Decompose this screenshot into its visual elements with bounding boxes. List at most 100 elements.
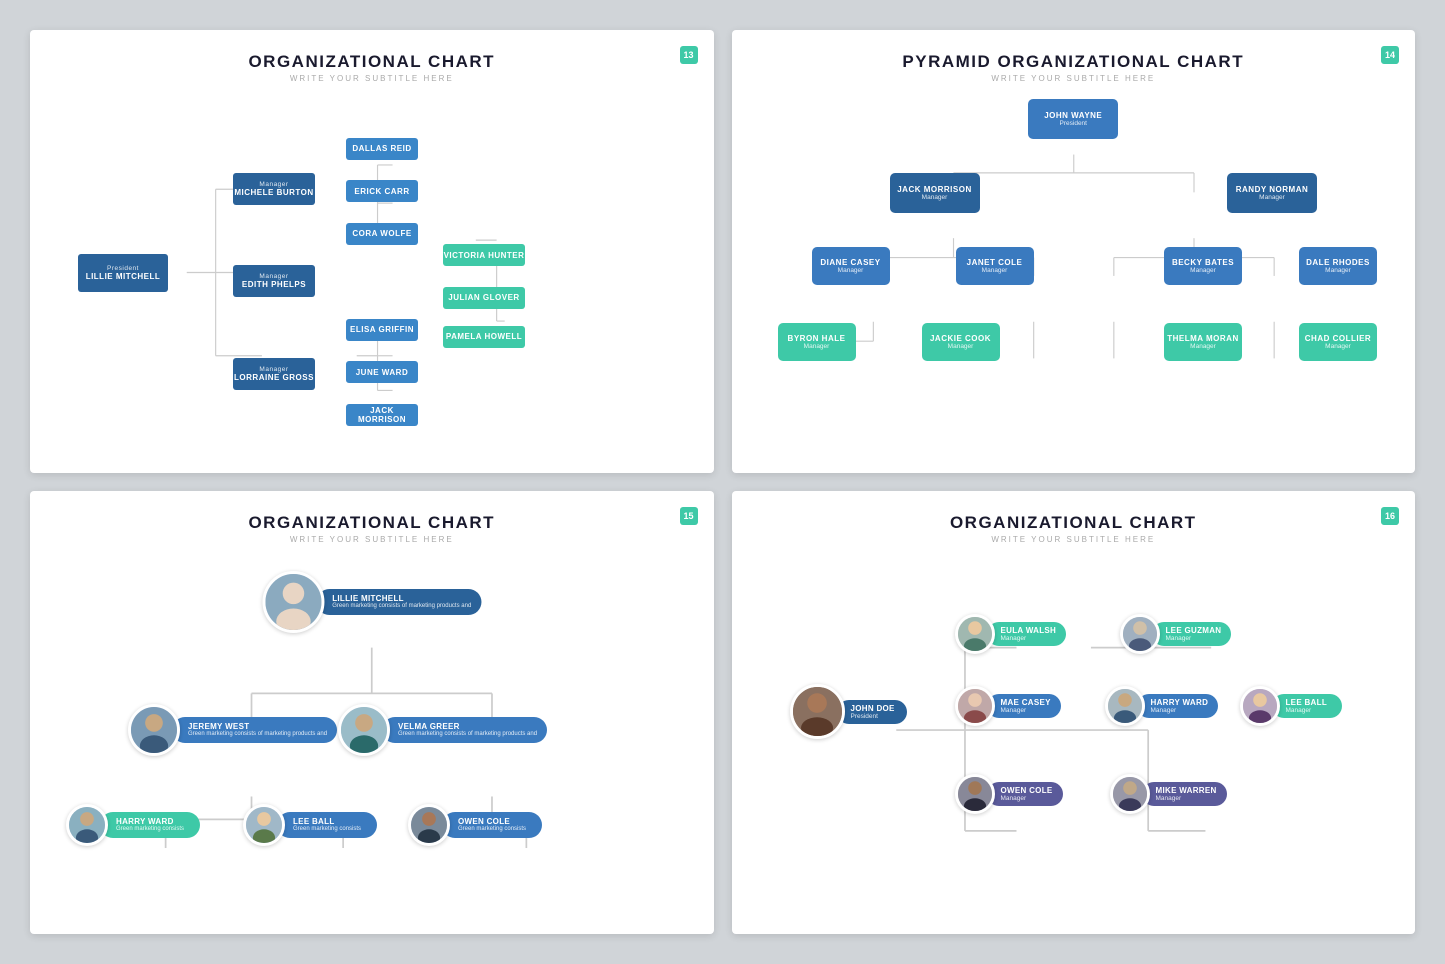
lorraine-role: Manager	[259, 366, 288, 373]
dale-role: Manager	[1325, 267, 1351, 274]
lillie-name: LILLIE MITCHELL	[86, 272, 161, 281]
leeb4-photo	[1240, 686, 1280, 726]
leeb4-role: Manager	[1286, 707, 1332, 714]
mae-role: Manager	[1001, 707, 1051, 714]
janet-node: JANET COLE Manager	[956, 247, 1034, 285]
velma-photo	[338, 704, 390, 756]
harry3-node: HARRY WARD Green marketing consists	[66, 804, 200, 846]
velma-name: VELMA GREER	[398, 722, 537, 731]
john4-node: JOHN DOE President	[790, 684, 907, 739]
erick-node: ERICK CARR	[346, 180, 418, 202]
harry4-role: Manager	[1151, 707, 1209, 714]
lillie3-node: LILLIE MITCHELL Green marketing consists…	[262, 571, 481, 633]
leeb4-name: LEE BALL	[1286, 698, 1332, 707]
owen4-photo	[955, 774, 995, 814]
randy-role: Manager	[1259, 194, 1285, 201]
michele-role: Manager	[259, 181, 288, 188]
john-role: President	[1060, 120, 1087, 127]
slide-2-subtitle: WRITE YOUR SUBTITLE HERE	[750, 74, 1398, 83]
lee4-node: LEE GUZMAN Manager	[1120, 614, 1232, 654]
jeremy-node: JEREMY WEST Green marketing consists of …	[128, 704, 337, 756]
eula-text: EULA WALSH Manager	[987, 622, 1067, 646]
becky-role: Manager	[1190, 267, 1216, 274]
harry3-name: HARRY WARD	[116, 817, 190, 826]
owen3-name: OWEN COLE	[458, 817, 532, 826]
chad-name: CHAD COLLIER	[1305, 334, 1371, 343]
lillie3-desc: Green marketing consists of marketing pr…	[332, 603, 471, 611]
victoria-node: VICTORIA HUNTER	[443, 244, 525, 266]
byron-node: BYRON HALE Manager	[778, 323, 856, 361]
john-name: JOHN WAYNE	[1044, 111, 1102, 120]
lee3-node: LEE BALL Green marketing consists	[243, 804, 377, 846]
harry3-desc: Green marketing consists	[116, 826, 190, 834]
lee3-photo	[243, 804, 285, 846]
slide-2: 14 PYRAMID ORGANIZATIONAL CHART WRITE YO…	[732, 30, 1416, 473]
org-chart-1: President LILLIE MITCHELL Manager MICHEL…	[48, 95, 696, 450]
chad-node: CHAD COLLIER Manager	[1299, 323, 1377, 361]
edith-name: EDITH PHELPS	[242, 280, 306, 289]
velma-text: VELMA GREER Green marketing consists of …	[382, 717, 547, 744]
lee3-desc: Green marketing consists	[293, 826, 367, 834]
slide-4-subtitle: WRITE YOUR SUBTITLE HERE	[750, 535, 1398, 544]
edith-node: Manager EDITH PHELPS	[233, 265, 315, 297]
slide-1: 13 ORGANIZATIONAL CHART WRITE YOUR SUBTI…	[30, 30, 714, 473]
owen3-photo	[408, 804, 450, 846]
owen4-text: OWEN COLE Manager	[987, 782, 1063, 806]
erick-name: ERICK CARR	[354, 187, 409, 196]
harry3-photo	[66, 804, 108, 846]
elisa-node: ELISA GRIFFIN	[346, 319, 418, 341]
jackie-node: JACKIE COOK Manager	[922, 323, 1000, 361]
thelma-role: Manager	[1190, 343, 1216, 350]
thelma-node: THELMA MORAN Manager	[1164, 323, 1242, 361]
slide-1-subtitle: WRITE YOUR SUBTITLE HERE	[48, 74, 696, 83]
leeb4-node: LEE BALL Manager	[1240, 686, 1342, 726]
byron-name: BYRON HALE	[788, 334, 846, 343]
lee4-name: LEE GUZMAN	[1166, 626, 1222, 635]
slide-4-title: ORGANIZATIONAL CHART	[750, 513, 1398, 533]
jackie-role: Manager	[948, 343, 974, 350]
owen3-node: OWEN COLE Green marketing consists	[408, 804, 542, 846]
harry4-name: HARRY WARD	[1151, 698, 1209, 707]
mae-name: MAE CASEY	[1001, 698, 1051, 707]
owen3-desc: Green marketing consists	[458, 826, 532, 834]
velma-desc: Green marketing consists of marketing pr…	[398, 731, 537, 739]
slide-4: 16 ORGANIZATIONAL CHART WRITE YOUR SUBTI…	[732, 491, 1416, 934]
lillie-role: President	[107, 265, 139, 272]
lorraine-name: LORRAINE GROSS	[234, 373, 314, 382]
owen4-role: Manager	[1001, 795, 1053, 802]
leeb4-text: LEE BALL Manager	[1272, 694, 1342, 718]
diane-name: DIANE CASEY	[820, 258, 880, 267]
thelma-name: THELMA MORAN	[1167, 334, 1238, 343]
pyramid-chart: .p-john { position:absolute; left:50%; t…	[750, 95, 1398, 450]
diane-role: Manager	[838, 267, 864, 274]
dale-node: DALE RHODES Manager	[1299, 247, 1377, 285]
janet-role: Manager	[982, 267, 1008, 274]
slide-3-title: ORGANIZATIONAL CHART	[48, 513, 696, 533]
cora-node: CORA WOLFE	[346, 223, 418, 245]
jack2-role: Manager	[922, 194, 948, 201]
mike4-text: MIKE WARREN Manager	[1142, 782, 1227, 806]
julian-node: JULIAN GLOVER	[443, 287, 525, 309]
mae-photo	[955, 686, 995, 726]
dallas-name: DALLAS REID	[352, 144, 411, 153]
harry3-text: HARRY WARD Green marketing consists	[100, 812, 200, 839]
john4-text: JOHN DOE President	[837, 700, 907, 724]
cora-name: CORA WOLFE	[352, 229, 411, 238]
pamela-node: PAMELA HOWELL	[443, 326, 525, 348]
lee3-name: LEE BALL	[293, 817, 367, 826]
lillie-node: President LILLIE MITCHELL	[78, 254, 168, 292]
lee3-text: LEE BALL Green marketing consists	[277, 812, 377, 839]
june-node: JUNE WARD	[346, 361, 418, 383]
dallas-node: DALLAS REID	[346, 138, 418, 160]
velma-node: VELMA GREER Green marketing consists of …	[338, 704, 547, 756]
becky-name: BECKY BATES	[1172, 258, 1234, 267]
lillie3-text: LILLIE MITCHELL Green marketing consists…	[316, 589, 481, 616]
slide-number-4: 16	[1381, 507, 1399, 525]
harry4-node: HARRY WARD Manager	[1105, 686, 1219, 726]
lillie3-photo	[262, 571, 324, 633]
slide-number-3: 15	[680, 507, 698, 525]
janet-name: JANET COLE	[967, 258, 1023, 267]
mike4-name: MIKE WARREN	[1156, 786, 1217, 795]
slide-number-2: 14	[1381, 46, 1399, 64]
owen4-name: OWEN COLE	[1001, 786, 1053, 795]
